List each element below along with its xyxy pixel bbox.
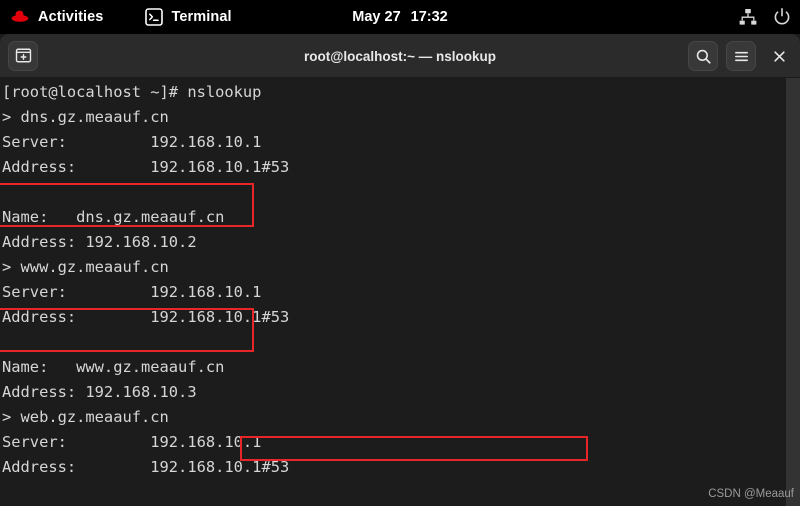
time-label: 17:32 [410, 9, 448, 25]
app-menu-button[interactable]: Terminal [135, 0, 241, 34]
redhat-logo-icon [10, 9, 30, 25]
clock-area: May 27 17:32 [0, 0, 800, 34]
hamburger-menu-icon [733, 48, 750, 65]
date-label: May 27 [352, 9, 401, 25]
terminal-line: > www.gz.meaauf.cn [2, 258, 169, 276]
terminal-line: Name: www.gz.meaauf.cn [2, 358, 225, 376]
terminal-line: Server: 192.168.10.1 [2, 433, 262, 451]
activities-button[interactable]: Activities [0, 0, 113, 34]
new-terminal-button[interactable] [8, 40, 38, 71]
close-button[interactable] [764, 41, 794, 71]
app-menu-label: Terminal [171, 8, 232, 25]
terminal-line: Name: dns.gz.meaauf.cn [2, 208, 225, 226]
terminal-text: [root@localhost ~]# nslookup > dns.gz.mea… [2, 80, 786, 506]
screen: Activities Terminal May 27 17:32 root@lo… [0, 0, 800, 506]
terminal-output-area[interactable]: [root@localhost ~]# nslookup > dns.gz.mea… [0, 78, 786, 506]
terminal-line: [root@localhost ~]# nslookup [2, 83, 262, 101]
network-icon[interactable] [738, 7, 758, 27]
menu-button[interactable] [726, 41, 756, 71]
search-icon [695, 48, 712, 65]
search-button[interactable] [688, 41, 718, 71]
terminal-line: Address: 192.168.10.1#53 [2, 458, 290, 476]
power-icon[interactable] [772, 7, 792, 27]
watermark: CSDN @Meaauf [708, 488, 794, 500]
new-terminal-icon [15, 47, 32, 64]
close-icon [771, 48, 788, 65]
terminal-line: Address: 192.168.10.2 [2, 233, 197, 251]
terminal-line: Address: 192.168.10.1#53 [2, 308, 290, 326]
terminal-line: Server: 192.168.10.1 [2, 133, 262, 151]
window-title: root@localhost:~ — nslookup [303, 48, 497, 64]
gnome-top-bar: Activities Terminal May 27 17:32 [0, 0, 800, 34]
activities-label: Activities [38, 8, 104, 25]
system-tray[interactable] [738, 0, 792, 34]
titlebar-actions [688, 34, 794, 78]
terminal-line: Address: 192.168.10.3 [2, 383, 197, 401]
terminal-line: Server: 192.168.10.1 [2, 283, 262, 301]
terminal-line: > web.gz.meaauf.cn [2, 408, 169, 426]
terminal-line: > dns.gz.meaauf.cn [2, 108, 169, 126]
terminal-icon [145, 8, 164, 26]
window-titlebar: root@localhost:~ — nslookup [0, 34, 800, 78]
terminal-scrollbar[interactable] [786, 78, 800, 506]
terminal-line: Address: 192.168.10.1#53 [2, 158, 290, 176]
datetime-button[interactable]: May 27 17:32 [352, 9, 447, 25]
